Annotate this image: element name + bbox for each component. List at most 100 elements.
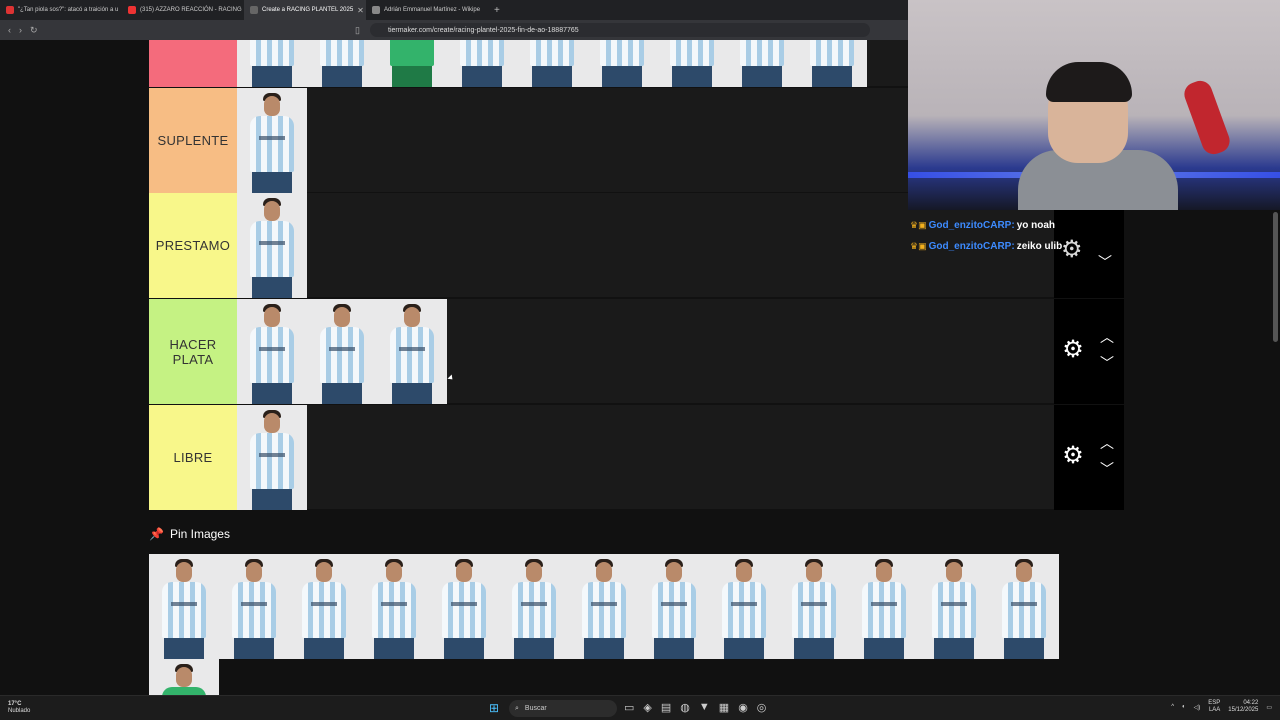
chevron-up-icon[interactable]: ︿ (1099, 436, 1115, 450)
network-icon[interactable]: ◐ (1182, 704, 1186, 710)
player-card[interactable] (149, 554, 219, 659)
player-card[interactable] (569, 554, 639, 659)
tier-label[interactable]: PRESTAMO (149, 193, 237, 298)
tier-items (237, 193, 307, 298)
clock-time: 04:22 (1243, 700, 1259, 706)
player-card[interactable] (237, 193, 307, 298)
player-card[interactable] (447, 40, 517, 87)
taskbar-search[interactable]: ⌕ Buscar (509, 700, 617, 717)
player-card[interactable] (709, 554, 779, 659)
tier-items (237, 40, 867, 87)
chevron-up-icon[interactable]: ^ (1171, 704, 1174, 710)
tier-label[interactable]: LIBRE (149, 405, 237, 510)
volume-icon[interactable]: ◁) (1194, 704, 1201, 711)
player-card[interactable] (149, 659, 219, 695)
player-card[interactable] (797, 40, 867, 87)
language-code: ESP (1208, 700, 1221, 706)
player-card[interactable] (359, 554, 429, 659)
gear-icon[interactable]: ⚙ (1061, 235, 1083, 264)
search-placeholder: Buscar (524, 705, 547, 712)
player-card[interactable] (919, 554, 989, 659)
widgets-icon[interactable]: ◈ (643, 701, 651, 714)
windows-taskbar: 17°C Nublado ⊞ ⌕ Buscar ▭ ◈ ▤ ◍ ▼ ▦ ◉ ◎ … (0, 695, 1280, 720)
player-card[interactable] (727, 40, 797, 87)
gear-icon[interactable]: ⚙ (1062, 444, 1084, 468)
tier-items (237, 405, 307, 510)
file-explorer-icon[interactable]: ▤ (661, 701, 671, 714)
task-view-icon[interactable]: ▭ (624, 701, 634, 714)
player-card[interactable] (849, 554, 919, 659)
back-icon[interactable]: ‹ (8, 25, 11, 35)
player-card[interactable] (377, 299, 447, 404)
player-card[interactable] (237, 88, 307, 193)
tab-youtube[interactable]: (315) AZZARO REACCIÓN - RACING (122, 0, 244, 20)
player-card[interactable] (587, 40, 657, 87)
brave-icon[interactable]: ▼ (699, 701, 710, 714)
player-card[interactable] (429, 554, 499, 659)
player-card[interactable] (289, 554, 359, 659)
edge-icon[interactable]: ◍ (680, 701, 690, 714)
tier-controls: ⚙ ︿ ﹀ (1054, 405, 1124, 510)
steam-icon[interactable]: ◉ (738, 701, 748, 714)
gear-icon[interactable]: ⚙ (1062, 338, 1084, 362)
tier-items (237, 299, 447, 404)
tier-label[interactable]: HACER PLATA (149, 299, 237, 404)
chevron-up-icon[interactable]: ︿ (1099, 330, 1115, 344)
player-card[interactable] (219, 554, 289, 659)
player-card[interactable] (377, 40, 447, 87)
calendar-app-icon[interactable]: ▦ (719, 701, 729, 714)
tier-label[interactable]: SUPLENTE (149, 88, 237, 193)
player-card[interactable] (639, 554, 709, 659)
close-tab-icon[interactable]: ✕ (357, 6, 364, 15)
player-card[interactable] (307, 299, 377, 404)
clock-date: 15/12/2025 (1228, 707, 1259, 713)
search-icon: ⌕ (515, 704, 519, 712)
player-card[interactable] (307, 40, 377, 87)
chat-text: zeiko ulib (1016, 241, 1063, 252)
stream-chat: ♛▣ God_enzitoCARP: yo noah ♛▣ God_enzito… (910, 215, 1062, 257)
language-indicator[interactable]: ESP LAA (1208, 700, 1220, 714)
recording-app-icon[interactable]: ◎ (757, 701, 767, 714)
pin-images-title: Pin Images (169, 527, 230, 541)
weather-temperature: 17°C (8, 701, 22, 707)
page-scrollbar[interactable] (1273, 212, 1278, 342)
player-card[interactable] (237, 40, 307, 87)
url-text: tiermaker.com/create/racing-plantel-2025… (388, 26, 579, 34)
language-layout: LAA (1208, 707, 1221, 713)
player-card[interactable] (989, 554, 1059, 659)
player-card[interactable] (779, 554, 849, 659)
forward-icon[interactable]: › (19, 25, 22, 35)
new-tab-icon[interactable]: + (494, 5, 500, 16)
reload-icon[interactable]: ↻ (30, 25, 38, 36)
chat-text: yo noah (1016, 220, 1056, 231)
pin-images-grid (149, 554, 1059, 659)
player-card[interactable] (499, 554, 569, 659)
notification-icon[interactable]: ▭ (1266, 704, 1272, 711)
system-clock[interactable]: 04:22 15/12/2025 (1228, 700, 1258, 714)
tab-label: "¿Tan piola sos?": atacó a traición a u (18, 7, 119, 13)
tab-news[interactable]: "¿Tan piola sos?": atacó a traición a u (0, 0, 122, 20)
windows-start-icon[interactable]: ⊞ (489, 702, 502, 715)
player-card[interactable] (237, 405, 307, 510)
url-field[interactable]: tiermaker.com/create/racing-plantel-2025… (370, 23, 870, 37)
webcam-overlay (908, 0, 1280, 210)
microphone (1181, 77, 1233, 158)
pin-images-heading: 📌 Pin Images (149, 527, 230, 541)
player-card[interactable] (237, 299, 307, 404)
player-card[interactable] (657, 40, 727, 87)
chevron-down-icon[interactable]: ﹀ (1099, 356, 1115, 370)
tab-wikipedia[interactable]: Adrián Emmanuel Martínez - Wikipe (366, 0, 488, 20)
tab-label: Adrián Emmanuel Martínez - Wikipe (384, 7, 481, 13)
tier-label[interactable] (149, 40, 237, 87)
tab-favicon (250, 6, 258, 14)
chevron-down-icon[interactable]: ﹀ (1098, 252, 1112, 272)
tab-label: Create a RACING PLANTEL 2025 (262, 7, 354, 13)
player-card[interactable] (517, 40, 587, 87)
tab-tiermaker[interactable]: Create a RACING PLANTEL 2025 ✕ (244, 0, 366, 20)
bookmark-icon[interactable]: ▯ (355, 25, 360, 36)
chat-message: ♛▣ God_enzitoCARP: yo noah (910, 215, 1062, 236)
weather-widget[interactable]: 17°C Nublado (8, 701, 30, 715)
chevron-down-icon[interactable]: ﹀ (1099, 462, 1115, 476)
tier-row-libre: LIBRE (149, 405, 1054, 510)
tier-items (237, 88, 307, 193)
